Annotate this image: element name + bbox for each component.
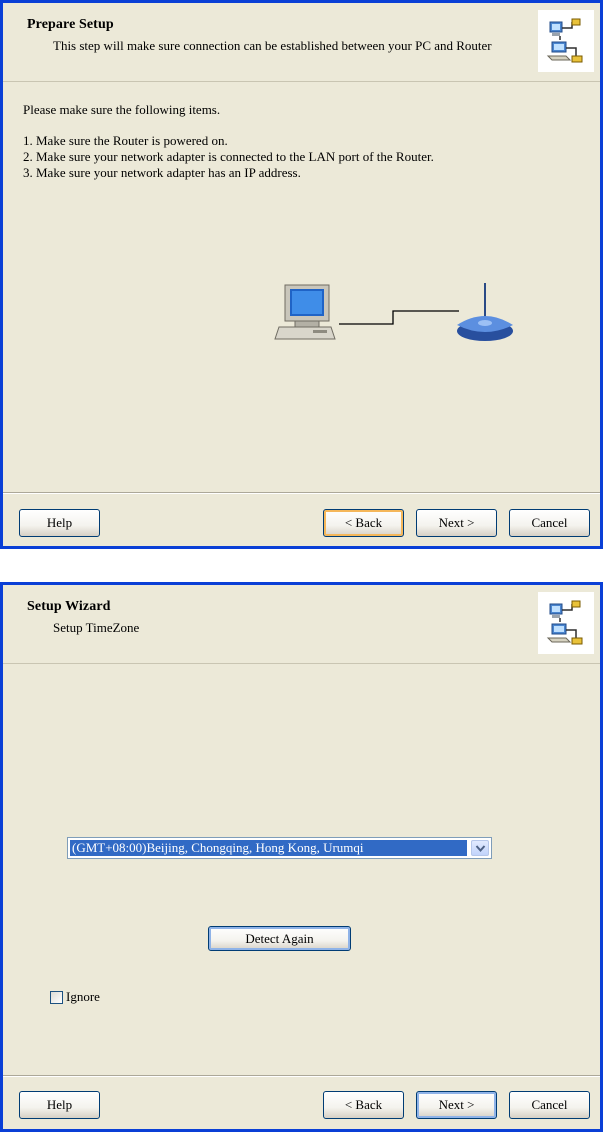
timezone-selected-value: (GMT+08:00)Beijing, Chongqing, Hong Kong… (70, 840, 467, 856)
ignore-checkbox[interactable] (50, 990, 63, 1004)
router-icon (457, 283, 513, 341)
page-title: Prepare Setup (27, 17, 114, 32)
footer-divider (3, 492, 600, 494)
back-button[interactable]: < Back (323, 1091, 404, 1119)
next-button[interactable]: Next > (416, 1091, 497, 1119)
help-button[interactable]: Help (19, 509, 100, 537)
network-wizard-icon (538, 592, 594, 654)
wizard-body: Please make sure the following items. 1.… (3, 82, 600, 492)
chevron-down-icon[interactable] (471, 840, 489, 856)
ignore-checkbox-row[interactable]: Ignore (50, 989, 100, 1005)
network-wizard-icon (538, 10, 594, 72)
instruction-item: 2. Make sure your network adapter is con… (23, 149, 434, 164)
prepare-setup-window: Prepare Setup This step will make sure c… (0, 0, 603, 549)
wizard-header: Prepare Setup This step will make sure c… (3, 3, 600, 82)
wizard-header: Setup Wizard Setup TimeZone (3, 585, 600, 664)
detect-again-button[interactable]: Detect Again (208, 926, 351, 951)
page-subtitle: This step will make sure connection can … (53, 38, 492, 53)
help-button[interactable]: Help (19, 1091, 100, 1119)
ignore-label[interactable]: Ignore (66, 989, 100, 1005)
computer-icon (274, 284, 336, 340)
page-subtitle: Setup TimeZone (53, 620, 140, 635)
next-button[interactable]: Next > (416, 509, 497, 537)
connection-diagram (274, 283, 513, 341)
page-title: Setup Wizard (27, 599, 111, 614)
back-button[interactable]: < Back (323, 509, 404, 537)
cancel-button[interactable]: Cancel (509, 509, 590, 537)
network-cable (339, 310, 459, 325)
instruction-item: 3. Make sure your network adapter has an… (23, 165, 301, 180)
timezone-select[interactable]: (GMT+08:00)Beijing, Chongqing, Hong Kong… (67, 837, 492, 859)
instruction-item: 1. Make sure the Router is powered on. (23, 133, 228, 148)
instructions-intro: Please make sure the following items. (23, 102, 221, 117)
wizard-body: (GMT+08:00)Beijing, Chongqing, Hong Kong… (3, 664, 600, 1074)
setup-timezone-window: Setup Wizard Setup TimeZone (GMT+08:00)B… (0, 582, 603, 1132)
cancel-button[interactable]: Cancel (509, 1091, 590, 1119)
footer-divider (3, 1075, 600, 1077)
